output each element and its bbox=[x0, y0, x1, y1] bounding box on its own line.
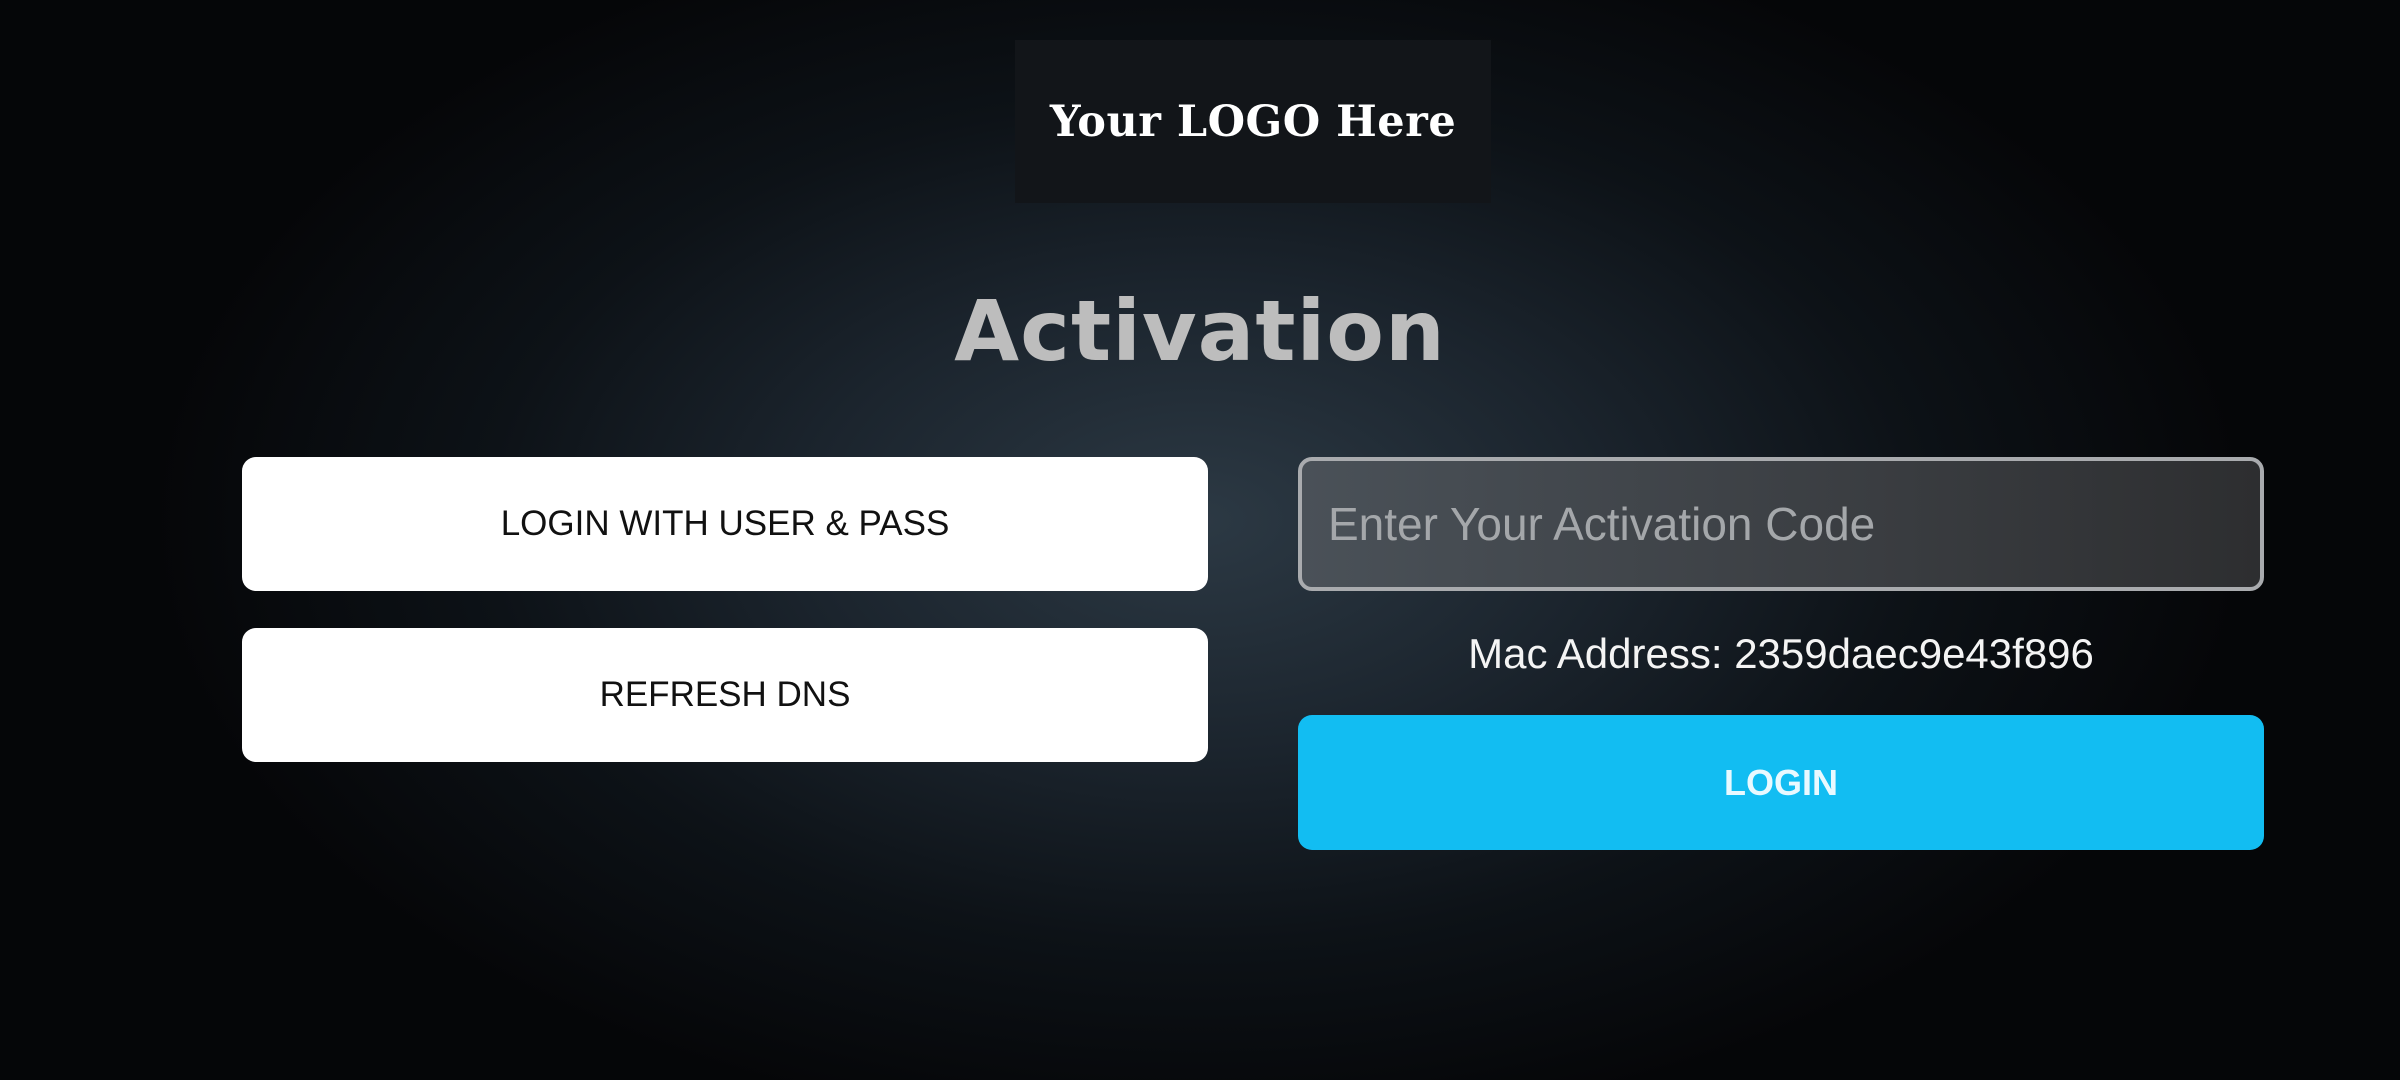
logo: Your LOGO Here bbox=[1015, 40, 1491, 203]
page-title: Activation bbox=[954, 282, 1446, 380]
logo-text: Your LOGO Here bbox=[1049, 96, 1457, 147]
activation-screen: Your LOGO Here Activation LOGIN WITH USE… bbox=[0, 0, 2400, 1080]
refresh-dns-button[interactable]: REFRESH DNS bbox=[242, 628, 1208, 762]
activation-code-input[interactable] bbox=[1298, 457, 2264, 591]
login-with-user-pass-button[interactable]: LOGIN WITH USER & PASS bbox=[242, 457, 1208, 591]
login-button[interactable]: LOGIN bbox=[1298, 715, 2264, 850]
mac-address-label: Mac Address: 2359daec9e43f896 bbox=[1468, 630, 2094, 677]
